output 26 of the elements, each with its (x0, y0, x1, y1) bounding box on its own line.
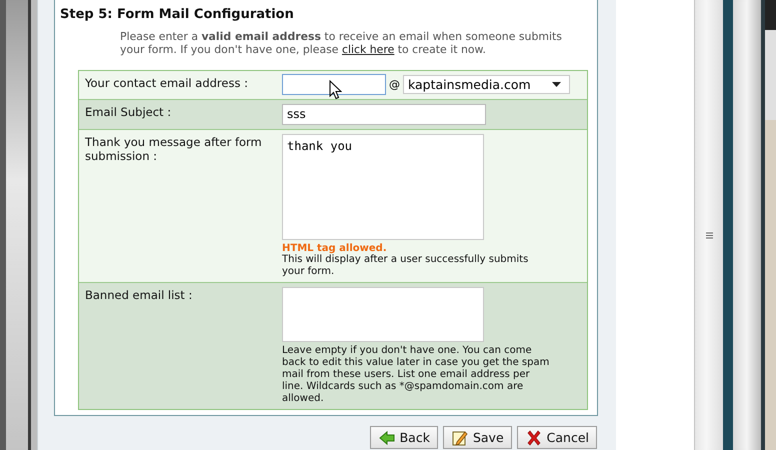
message-textarea[interactable]: thank you (282, 134, 484, 240)
help-text: This will display after a user successfully submits your form. (282, 254, 530, 278)
at-sign: @ (389, 78, 400, 91)
domain-dropdown[interactable]: kaptainsmedia.com (403, 75, 570, 94)
mouse-cursor-icon (329, 80, 342, 100)
field-label: Email Subject : (84, 104, 172, 121)
dropdown-arrow-icon (552, 82, 561, 87)
help-text: Leave empty if you don't have one. You can come back to edit this value later in case you get the spam mail from these users. List one email address per line. Wildcards such as *@spamdomain.com are allowed. (282, 344, 550, 404)
scroll-grip-icon (706, 232, 712, 239)
banned-list-textarea[interactable] (282, 286, 484, 342)
back-button[interactable]: Back (370, 426, 438, 449)
cancel-button[interactable]: Cancel (516, 426, 597, 449)
save-button[interactable]: Save (442, 426, 512, 449)
scrollbar[interactable] (694, 0, 723, 450)
intro-text: Please enter a valid email address to receive an email when someone submits your form. If you don't have one, please click here to create it now. (120, 30, 563, 56)
click-here-link[interactable]: click here (342, 43, 394, 56)
subject-input[interactable]: sss (282, 104, 486, 124)
close-icon (526, 430, 542, 446)
pencil-note-icon (452, 430, 468, 446)
html-note: HTML tag allowed. (282, 242, 388, 254)
field-label: Thank you message after form submission : (84, 134, 263, 164)
left-arrow-icon (378, 430, 395, 446)
field-label: Your contact email address : (84, 75, 249, 92)
field-label: Banned email list : (84, 286, 194, 304)
step-title: Step 5: Form Mail Configuration (60, 7, 295, 22)
email-input[interactable] (282, 74, 386, 95)
